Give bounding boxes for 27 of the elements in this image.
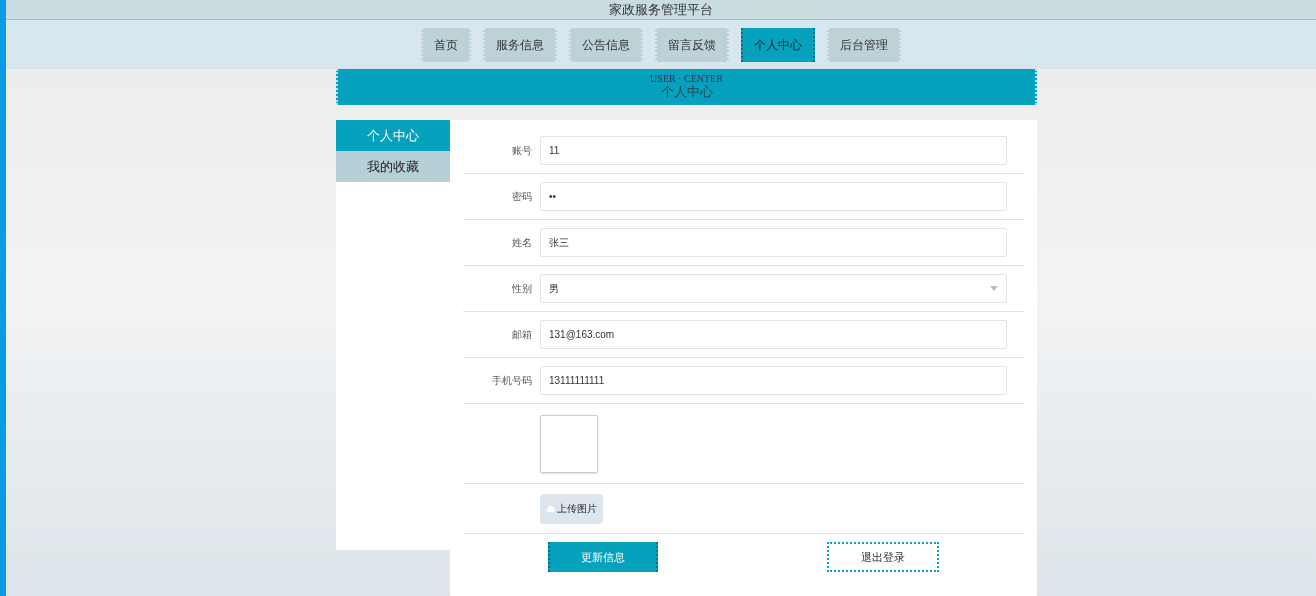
- nav-tab[interactable]: 服务信息: [483, 27, 557, 62]
- banner-subtitle: USER · CENTER: [650, 73, 723, 84]
- field-label: 手机号码: [492, 375, 532, 386]
- banner-title: 个人中心: [660, 83, 713, 101]
- logout-button[interactable]: 退出登录: [827, 542, 939, 572]
- nav-tab[interactable]: 个人中心: [741, 27, 815, 62]
- cloud-icon: [546, 505, 555, 512]
- input-field[interactable]: 131@163.com: [540, 320, 1007, 349]
- input-field[interactable]: 13111111111: [540, 366, 1007, 395]
- upload-button[interactable]: 上传图片: [540, 493, 603, 524]
- gender-select[interactable]: 男: [540, 274, 1007, 303]
- nav-tab[interactable]: 首页: [421, 27, 471, 62]
- image-placeholder: [540, 414, 598, 473]
- site-title: 家政服务管理平台: [609, 3, 713, 16]
- field-label: 性别: [512, 283, 532, 294]
- sidebar-item[interactable]: 我的收藏: [336, 151, 450, 182]
- field-label: 姓名: [512, 237, 532, 248]
- dropdown-caret-icon: [990, 286, 998, 291]
- field-label: 账号: [512, 145, 532, 156]
- field-label: 邮箱: [512, 329, 532, 340]
- field-label: 密码: [512, 191, 532, 202]
- input-field[interactable]: ••: [540, 182, 1007, 211]
- nav-tab[interactable]: 后台管理: [827, 27, 901, 62]
- nav-tab[interactable]: 公告信息: [569, 27, 643, 62]
- input-field[interactable]: 张三: [540, 228, 1007, 257]
- nav-tab[interactable]: 留言反馈: [655, 27, 729, 62]
- input-field[interactable]: 11: [540, 136, 1007, 165]
